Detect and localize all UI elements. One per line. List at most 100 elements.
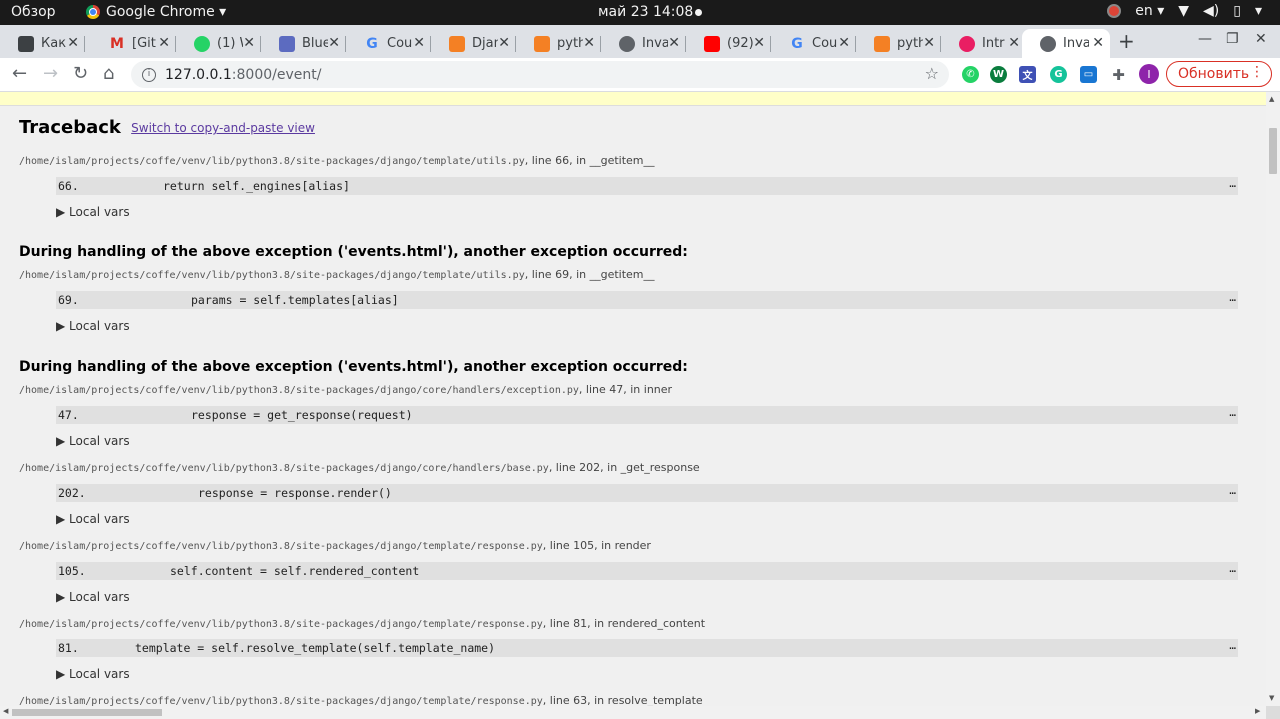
translate-extension-icon[interactable]: 文 (1019, 66, 1036, 83)
tab-3[interactable]: Blue ✕ (261, 29, 346, 58)
browser-toolbar: ← → ↻ ⌂ i 127.0.0.1:8000/event/ ☆ ✆ W 文 … (0, 58, 1280, 92)
os-top-bar: Обзор Google Chrome ▾ май 23 14:08 en ▾ … (0, 0, 1280, 25)
wifi-icon[interactable]: ▼ (1178, 3, 1189, 19)
site-info-icon[interactable]: i (142, 67, 156, 82)
tab-0[interactable]: Как ✕ (0, 29, 85, 58)
tab-strip: Как✕M[Git✕(1) W✕Blue✕GCou✕Djan✕pyth✕Inva… (0, 25, 1280, 58)
traceback-heading: Traceback Switch to copy-and-paste view (19, 117, 315, 138)
scroll-left-icon[interactable]: ◀ (3, 707, 8, 715)
extensions-puzzle-icon[interactable]: ✚ (1110, 66, 1127, 84)
tab-12[interactable]: Inva ✕ (1022, 29, 1110, 58)
wordpress-extension-icon[interactable]: W (990, 66, 1007, 83)
vertical-scroll-thumb[interactable] (1269, 128, 1277, 174)
grammarly-extension-icon[interactable]: G (1050, 66, 1067, 83)
frame-location: /home/islam/projects/coffe/venv/lib/pyth… (19, 461, 700, 474)
local-vars-toggle[interactable]: ▶ Local vars (56, 590, 130, 604)
tab-9[interactable]: G Cou ✕ (771, 29, 856, 58)
activities-button[interactable]: Обзор (11, 4, 56, 20)
tab-close-icon[interactable]: ✕ (753, 35, 765, 51)
frame-location: /home/islam/projects/coffe/venv/lib/pyth… (19, 539, 651, 552)
tab-close-icon[interactable]: ✕ (838, 35, 850, 51)
tab-title: Inva (642, 36, 668, 51)
clock[interactable]: май 23 14:08 (598, 4, 693, 20)
tab-close-icon[interactable]: ✕ (1008, 35, 1020, 51)
expand-context-icon[interactable]: … (1229, 560, 1236, 578)
tab-close-icon[interactable]: ✕ (158, 35, 170, 51)
volume-icon[interactable]: ◀) (1203, 3, 1219, 19)
profile-avatar[interactable]: I (1139, 64, 1159, 84)
tab-close-icon[interactable]: ✕ (67, 35, 79, 51)
tab-close-icon[interactable]: ✕ (498, 35, 510, 51)
local-vars-toggle[interactable]: ▶ Local vars (56, 205, 130, 219)
more-menu-icon[interactable]: ⋮ (1250, 64, 1264, 80)
keyboard-layout[interactable]: en ▾ (1135, 3, 1164, 19)
bookmark-star-icon[interactable]: ☆ (925, 64, 939, 83)
new-tab-button[interactable]: + (1118, 29, 1135, 53)
local-vars-toggle[interactable]: ▶ Local vars (56, 434, 130, 448)
scroll-up-icon[interactable]: ▲ (1269, 95, 1274, 103)
chrome-tray-icon[interactable] (1107, 4, 1122, 18)
app-menu[interactable]: Google Chrome ▾ (86, 4, 226, 20)
tab-5[interactable]: Djan ✕ (431, 29, 516, 58)
tab-close-icon[interactable]: ✕ (583, 35, 595, 51)
code-context-line[interactable]: 202. response = response.render()… (56, 484, 1238, 502)
tab-close-icon[interactable]: ✕ (668, 35, 680, 51)
expand-context-icon[interactable]: … (1229, 482, 1236, 500)
tab-11[interactable]: Intr ✕ (941, 29, 1026, 58)
code-context-line[interactable]: 66. return self._engines[alias]… (56, 177, 1238, 195)
horizontal-scrollbar[interactable]: ◀ ▶ (0, 706, 1266, 719)
tab-1[interactable]: M [Git ✕ (91, 29, 176, 58)
tab-close-icon[interactable]: ✕ (328, 35, 340, 51)
tab-close-icon[interactable]: ✕ (243, 35, 255, 51)
update-button[interactable]: Обновить ⋮ (1166, 61, 1272, 87)
tab-title: (1) W (217, 36, 243, 51)
tab-close-icon[interactable]: ✕ (923, 35, 935, 51)
frame-line-info: , line 105, in render (542, 539, 651, 552)
local-vars-toggle[interactable]: ▶ Local vars (56, 319, 130, 333)
line-number: 69. (58, 293, 79, 307)
expand-context-icon[interactable]: … (1229, 175, 1236, 193)
scroll-right-icon[interactable]: ▶ (1255, 707, 1260, 715)
tab-6[interactable]: pyth ✕ (516, 29, 601, 58)
code-context-line[interactable]: 47. response = get_response(request)… (56, 406, 1238, 424)
tab-4[interactable]: G Cou ✕ (346, 29, 431, 58)
back-arrow-icon[interactable]: ← (12, 63, 27, 84)
battery-icon[interactable]: ▯ (1233, 3, 1241, 19)
home-icon[interactable]: ⌂ (103, 63, 114, 84)
reload-icon[interactable]: ↻ (73, 63, 88, 84)
expand-context-icon[interactable]: … (1229, 637, 1236, 655)
minimize-icon[interactable]: — (1198, 31, 1212, 47)
horizontal-scroll-thumb[interactable] (12, 709, 162, 716)
switch-view-link[interactable]: Switch to copy-and-paste view (131, 121, 315, 135)
frame-line-info: , line 63, in resolve_template (542, 694, 703, 706)
source-code: return self._engines[alias] (163, 179, 350, 193)
tab-10[interactable]: pyth ✕ (856, 29, 941, 58)
forward-arrow-icon[interactable]: → (43, 63, 58, 84)
code-context-line[interactable]: 81. template = self.resolve_template(self… (56, 639, 1238, 657)
close-window-icon[interactable]: ✕ (1255, 31, 1267, 47)
code-context-line[interactable]: 69. params = self.templates[alias]… (56, 291, 1238, 309)
url-path: :8000/event/ (231, 66, 322, 83)
maximize-icon[interactable]: ❐ (1226, 31, 1239, 47)
power-menu-icon[interactable]: ▾ (1255, 3, 1262, 19)
tab-8[interactable]: (92) ✕ (686, 29, 771, 58)
whatsapp-extension-icon[interactable]: ✆ (962, 66, 979, 83)
vertical-scrollbar[interactable]: ▲ ▼ (1266, 92, 1280, 706)
google-icon: G (366, 35, 378, 52)
tab-2[interactable]: (1) W✕ (176, 29, 261, 58)
frame-location: /home/islam/projects/coffe/venv/lib/pyth… (19, 154, 655, 167)
expand-context-icon[interactable]: … (1229, 289, 1236, 307)
frame-location: /home/islam/projects/coffe/venv/lib/pyth… (19, 383, 672, 396)
screen-capture-extension-icon[interactable]: ▭ (1080, 66, 1097, 83)
django-debug-page: Traceback Switch to copy-and-paste view … (0, 92, 1266, 706)
scroll-down-icon[interactable]: ▼ (1269, 694, 1274, 702)
expand-context-icon[interactable]: … (1229, 404, 1236, 422)
chrome-icon (86, 5, 100, 19)
tab-close-icon[interactable]: ✕ (1092, 35, 1104, 51)
tab-7[interactable]: Inva ✕ (601, 29, 686, 58)
local-vars-toggle[interactable]: ▶ Local vars (56, 512, 130, 526)
code-context-line[interactable]: 105. self.content = self.rendered_content… (56, 562, 1238, 580)
tab-close-icon[interactable]: ✕ (413, 35, 425, 51)
address-bar[interactable]: i 127.0.0.1:8000/event/ ☆ (131, 61, 949, 88)
local-vars-toggle[interactable]: ▶ Local vars (56, 667, 130, 681)
